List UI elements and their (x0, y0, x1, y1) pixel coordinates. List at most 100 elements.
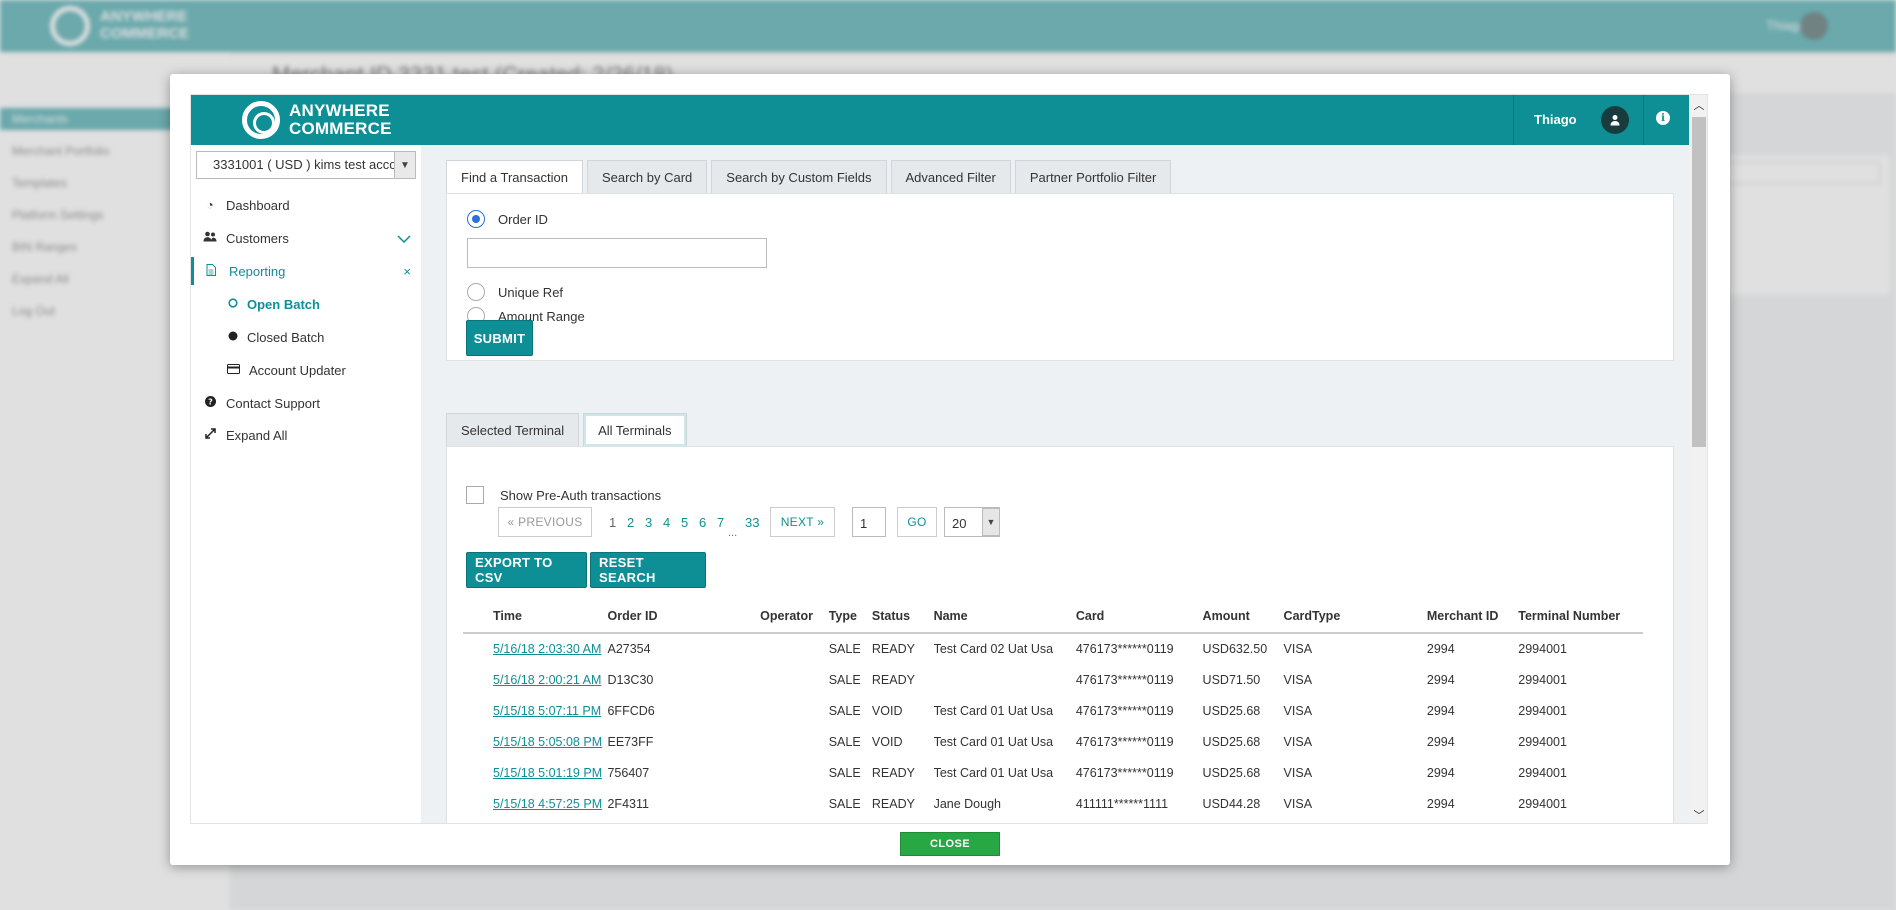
operator-cell (760, 726, 829, 757)
col-terminal-number[interactable]: Terminal Number (1518, 599, 1643, 634)
user-avatar-icon[interactable] (1601, 106, 1629, 134)
time-link[interactable]: 5/16/18 2:00:21 AM (493, 673, 601, 687)
previous-button[interactable]: « PREVIOUS (498, 507, 592, 537)
amount-cell: USD44.28 (1202, 796, 1261, 811)
page-ellipsis: ... (728, 527, 738, 539)
nav-dashboard[interactable]: ◔ Dashboard (191, 191, 421, 219)
col-time[interactable]: Time (463, 599, 608, 634)
info-icon[interactable]: i (1656, 111, 1670, 125)
terminal-number-cell: 2994001 (1518, 642, 1567, 656)
nav-label: Customers (226, 230, 289, 246)
col-status[interactable]: Status (861, 599, 934, 634)
chevron-down-icon[interactable]: ▼ (394, 151, 416, 179)
nav-open-batch[interactable]: Open Batch (191, 290, 421, 318)
radio-button[interactable] (467, 283, 485, 301)
col-order-id[interactable]: Order ID (607, 599, 761, 634)
tab-search-by-card[interactable]: Search by Card (586, 160, 708, 193)
nav-reporting[interactable]: Reporting × (191, 257, 421, 285)
card-cell: 476173******0119 (1075, 734, 1174, 749)
page-number[interactable]: 2 (627, 515, 634, 530)
nav-account-updater[interactable]: Account Updater (191, 356, 421, 384)
chevron-down-icon[interactable] (397, 231, 411, 246)
order-id-cell: EE73FF (607, 734, 654, 749)
tab-search-custom-fields[interactable]: Search by Custom Fields (711, 160, 887, 193)
col-name[interactable]: Name (933, 599, 1076, 634)
col-merchant-id[interactable]: Merchant ID (1426, 599, 1519, 634)
nav-customers[interactable]: Customers (191, 224, 421, 252)
next-button[interactable]: NEXT » (770, 507, 835, 537)
order-id-input[interactable] (467, 238, 767, 268)
col-card-type[interactable]: CardType (1283, 599, 1427, 634)
page-input[interactable]: 1 (852, 507, 886, 537)
card-cell: 411111******1111 (1075, 796, 1169, 811)
reset-search-button[interactable]: RESET SEARCH (590, 552, 706, 588)
nav-label: Account Updater (249, 362, 346, 378)
page-number[interactable]: 7 (717, 515, 724, 530)
logo-icon (242, 101, 280, 139)
scroll-down-icon[interactable]: ﹀ (1689, 805, 1707, 823)
tab-find-transaction[interactable]: Find a Transaction (446, 160, 583, 193)
col-amount[interactable]: Amount (1202, 599, 1284, 634)
time-link[interactable]: 5/16/18 2:03:30 AM (493, 642, 601, 656)
name-cell: Jane Dough (933, 796, 1001, 811)
col-card[interactable]: Card (1075, 599, 1203, 634)
terminal-number-cell: 2994001 (1518, 703, 1567, 718)
merchant-select[interactable]: 3331001 ( USD ) kims test account (196, 151, 416, 179)
radio-unique-ref[interactable]: Unique Ref (467, 283, 563, 301)
terminal-tabs: Selected Terminal All Terminals (446, 413, 687, 446)
export-csv-button[interactable]: EXPORT TO CSV (466, 552, 587, 588)
card-cell: 476173******0119 (1075, 672, 1174, 687)
scroll-up-icon[interactable]: ︿ (1689, 95, 1707, 115)
col-type[interactable]: Type (828, 599, 862, 634)
page-number[interactable]: 5 (681, 515, 688, 530)
user-name[interactable]: Thiago (1534, 112, 1577, 127)
circle-filled-icon (226, 330, 240, 344)
tab-all-terminals[interactable]: All Terminals (583, 413, 687, 446)
radio-label: Order ID (498, 211, 548, 227)
order-id-cell: 2F4311 (607, 796, 649, 811)
card-type-cell: VISA (1283, 672, 1313, 687)
modal-scrollbar[interactable]: ︿ ﹀ (1689, 95, 1707, 823)
tab-advanced-filter[interactable]: Advanced Filter (890, 160, 1011, 193)
time-link[interactable]: 5/15/18 5:05:08 PM (493, 735, 602, 749)
amount-cell: USD25.68 (1202, 734, 1261, 749)
status-cell: VOID (871, 703, 903, 718)
page-number[interactable]: 6 (699, 515, 706, 530)
col-operator[interactable]: Operator (760, 599, 829, 634)
tab-partner-portfolio-filter[interactable]: Partner Portfolio Filter (1014, 160, 1172, 193)
order-id-cell: 6FFCD6 (607, 703, 655, 718)
nav-closed-batch[interactable]: Closed Batch (191, 323, 421, 351)
terminal-number-cell: 2994001 (1518, 765, 1567, 780)
close-icon[interactable]: × (403, 264, 411, 279)
terminal-number-cell: 2994001 (1518, 796, 1567, 811)
radio-button[interactable] (467, 210, 485, 228)
radio-order-id[interactable]: Order ID (467, 210, 548, 228)
amount-cell: USD25.68 (1202, 703, 1261, 718)
chevron-down-icon[interactable]: ▼ (982, 508, 1000, 536)
card-cell: 476173******0119 (1075, 765, 1174, 780)
modal-frame: ANYWHERE COMMERCE Thiago i 3331001 ( USD… (190, 94, 1708, 824)
nav-contact-support[interactable]: ? Contact Support (191, 389, 421, 417)
nav-expand-all[interactable]: Expand All (191, 421, 421, 449)
page-number[interactable]: 3 (645, 515, 652, 530)
close-button[interactable]: CLOSE (900, 832, 1000, 856)
brand-logo: ANYWHERE COMMERCE (289, 102, 392, 138)
page-number-last[interactable]: 33 (745, 515, 759, 530)
submit-button[interactable]: SUBMIT (466, 320, 533, 356)
page-number[interactable]: 4 (663, 515, 670, 530)
radio-label: Unique Ref (498, 284, 564, 300)
time-link[interactable]: 5/15/18 5:01:19 PM (493, 766, 602, 780)
table-row: 5/15/18 5:05:08 PM EE73FF SALE VOID Test… (463, 726, 1643, 757)
card-type-cell: VISA (1283, 734, 1313, 749)
preauth-checkbox[interactable] (466, 486, 484, 504)
go-button[interactable]: GO (897, 507, 937, 537)
tab-selected-terminal[interactable]: Selected Terminal (446, 413, 580, 446)
time-link[interactable]: 5/15/18 5:07:11 PM (493, 704, 601, 718)
scroll-thumb[interactable] (1692, 117, 1706, 447)
page-number[interactable]: 1 (609, 515, 616, 530)
time-link[interactable]: 5/15/18 4:57:25 PM (493, 797, 602, 811)
order-id-cell: A27354 (607, 642, 651, 656)
nav-label: Closed Batch (247, 329, 325, 345)
operator-cell (760, 664, 829, 695)
preauth-label: Show Pre-Auth transactions (500, 488, 662, 503)
